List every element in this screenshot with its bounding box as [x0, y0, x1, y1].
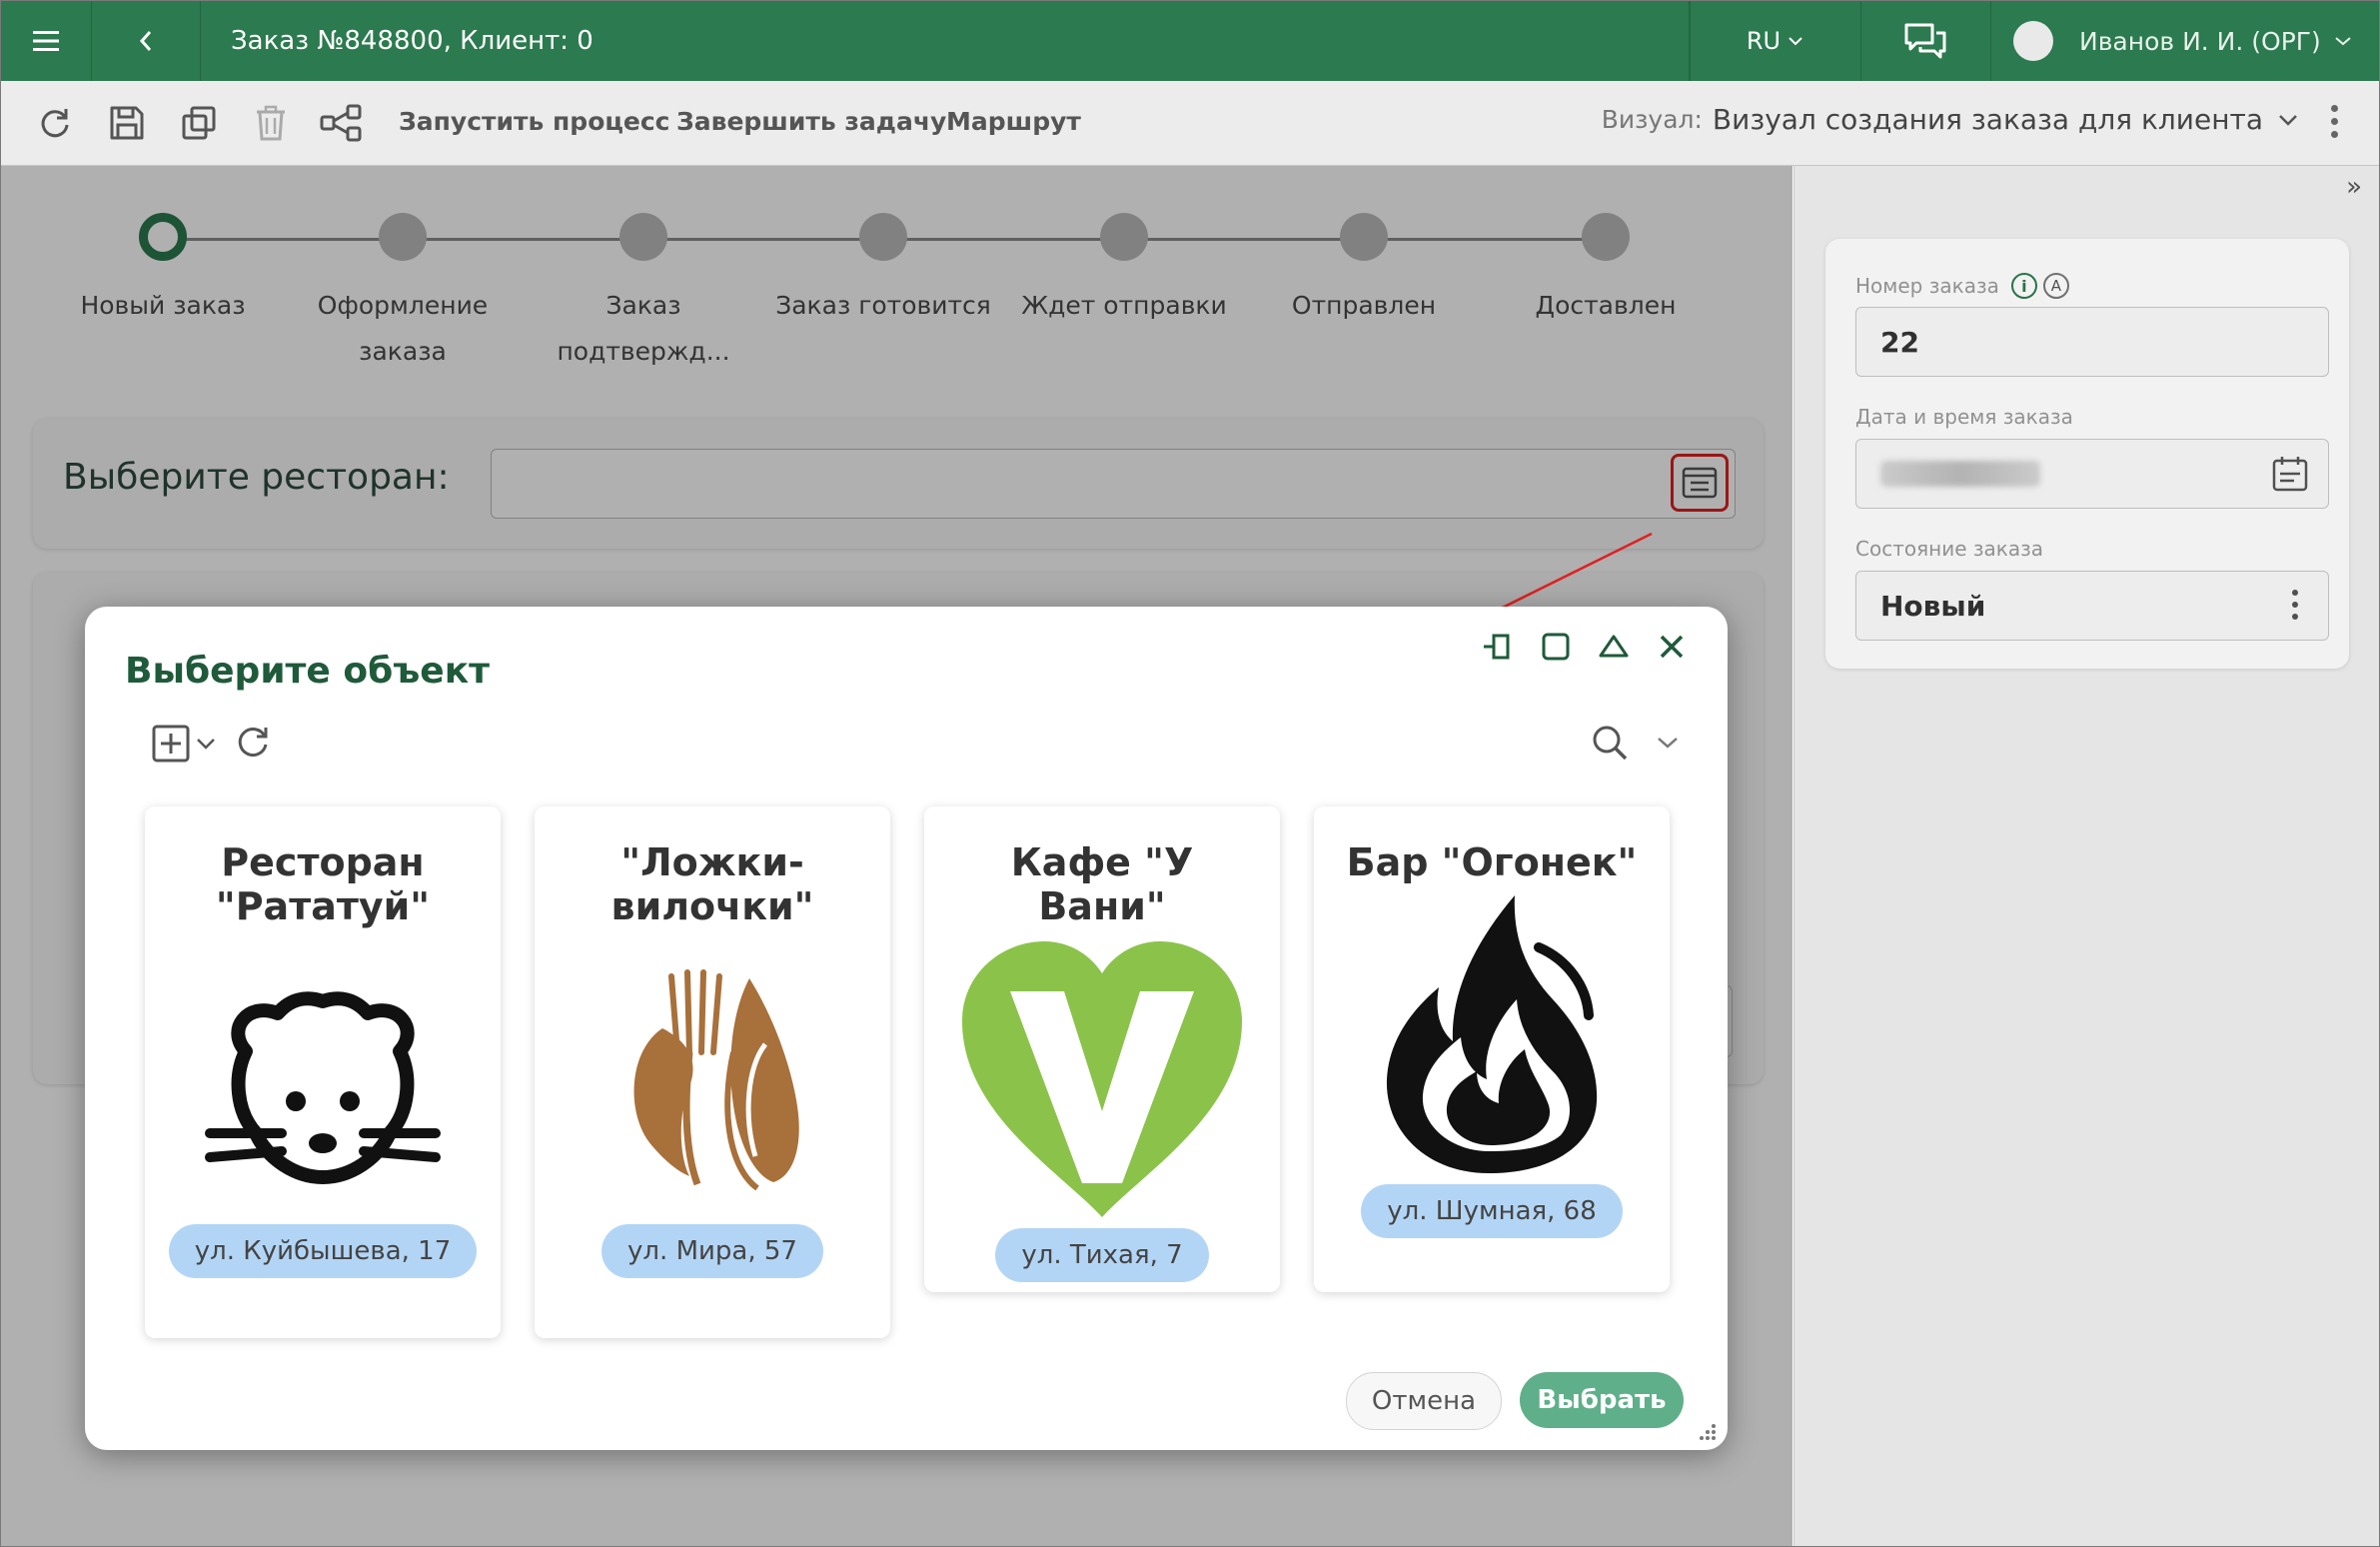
- maximize-button[interactable]: [1540, 631, 1572, 663]
- chevron-down-icon: [1658, 738, 1678, 749]
- dialog-search: [1590, 723, 1680, 767]
- address-chip: ул. Шумная, 68: [1361, 1184, 1623, 1238]
- visual-selector[interactable]: Визуал: Визуал создания заказа для клиен…: [1602, 103, 2299, 136]
- visual-value: Визуал создания заказа для клиента: [1712, 103, 2263, 136]
- dialog-toolbar: [151, 723, 273, 765]
- object-card[interactable]: "Ложки-вилочки" ул. Мира, 57: [535, 806, 890, 1338]
- object-card[interactable]: Ресторан "Рататуй" ул. Куйбышева, 17: [145, 806, 501, 1338]
- language-label: RU: [1746, 27, 1782, 55]
- chat-button[interactable]: [1860, 1, 1991, 81]
- card-title: Кафе "У Вани": [1010, 840, 1194, 928]
- language-selector[interactable]: RU: [1690, 1, 1861, 81]
- triangle-up-icon: [1599, 635, 1629, 658]
- save-button[interactable]: [105, 101, 149, 145]
- select-object-dialog: Выберите объект Ресторан "Рататуй" ул. К…: [85, 607, 1728, 1450]
- chevron-down-icon: [2279, 114, 2297, 126]
- avatar: [2013, 21, 2053, 61]
- card-title: Бар "Огонек": [1346, 840, 1638, 884]
- dock-button[interactable]: [1482, 631, 1514, 663]
- refresh-icon: [238, 728, 268, 758]
- user-menu[interactable]: Иванов И. И. (ОРГ): [1991, 1, 2379, 81]
- chevron-down-icon: [2335, 37, 2351, 46]
- refresh-icon: [41, 109, 69, 138]
- dock-icon: [1484, 634, 1510, 660]
- hamburger-icon: [33, 31, 59, 51]
- address-chip: ул. Куйбышева, 17: [168, 1224, 478, 1278]
- chevron-down-icon: [197, 739, 215, 750]
- dialog-title: Выберите объект: [125, 651, 490, 692]
- green-heart-v-icon: [924, 928, 1280, 1228]
- search-options-button[interactable]: [1656, 735, 1680, 755]
- add-square-icon: [152, 725, 190, 763]
- trash-icon: [257, 105, 285, 141]
- top-bar: Заказ №848800, Клиент: 0 RU Иванов И. И.…: [1, 1, 2379, 81]
- address-chip: ул. Мира, 57: [601, 1224, 823, 1278]
- address-chip: ул. Тихая, 7: [995, 1228, 1209, 1282]
- close-icon: [1660, 635, 1684, 659]
- resize-handle-icon[interactable]: [1696, 1420, 1718, 1442]
- object-card[interactable]: Бар "Огонек" ул. Шумная, 68: [1314, 806, 1670, 1292]
- chat-icon: [1904, 23, 1946, 59]
- chevron-left-icon: [139, 31, 152, 51]
- page-title: Заказ №848800, Клиент: 0: [201, 1, 1690, 81]
- back-button[interactable]: [92, 1, 201, 81]
- app-window: Заказ №848800, Клиент: 0 RU Иванов И. И.…: [0, 0, 2380, 1547]
- user-name: Иванов И. И. (ОРГ): [2079, 26, 2321, 56]
- start-process-link[interactable]: Запустить процесс: [399, 107, 670, 136]
- spoon-fork-icon: [535, 928, 890, 1224]
- search-button[interactable]: [1590, 723, 1630, 767]
- copy-icon: [182, 106, 216, 140]
- reload-button[interactable]: [235, 723, 273, 765]
- card-title: "Ложки-вилочки": [610, 840, 814, 928]
- save-icon: [110, 106, 144, 140]
- card-title: Ресторан "Рататуй": [215, 840, 431, 928]
- close-button[interactable]: [1656, 631, 1688, 663]
- share-button[interactable]: [319, 101, 363, 145]
- toolbar: Запустить процесс Завершить задачу Маршр…: [1, 81, 2379, 166]
- share-nodes-icon: [320, 104, 362, 142]
- cancel-button[interactable]: Отмена: [1346, 1372, 1502, 1430]
- collapse-button[interactable]: [1598, 631, 1630, 663]
- rat-icon: [145, 928, 501, 1224]
- copy-button[interactable]: [177, 101, 221, 145]
- chevron-down-icon: [1788, 37, 1802, 46]
- refresh-button[interactable]: [33, 101, 77, 145]
- object-card[interactable]: Кафе "У Вани" ул. Тихая, 7: [924, 806, 1280, 1292]
- add-button[interactable]: [151, 724, 217, 764]
- modal-backdrop-side: [1793, 166, 2379, 1546]
- flame-icon: [1314, 884, 1670, 1184]
- more-options-icon[interactable]: [2331, 105, 2339, 144]
- search-icon: [1593, 726, 1628, 761]
- visual-label: Визуал:: [1601, 105, 1703, 134]
- route-link[interactable]: Маршрут: [946, 107, 1081, 136]
- maximize-icon: [1542, 633, 1570, 661]
- window-controls: [1482, 631, 1688, 663]
- menu-button[interactable]: [1, 1, 92, 81]
- finish-task-link[interactable]: Завершить задачу: [676, 107, 946, 136]
- delete-button[interactable]: [249, 101, 293, 145]
- select-button[interactable]: Выбрать: [1520, 1372, 1684, 1428]
